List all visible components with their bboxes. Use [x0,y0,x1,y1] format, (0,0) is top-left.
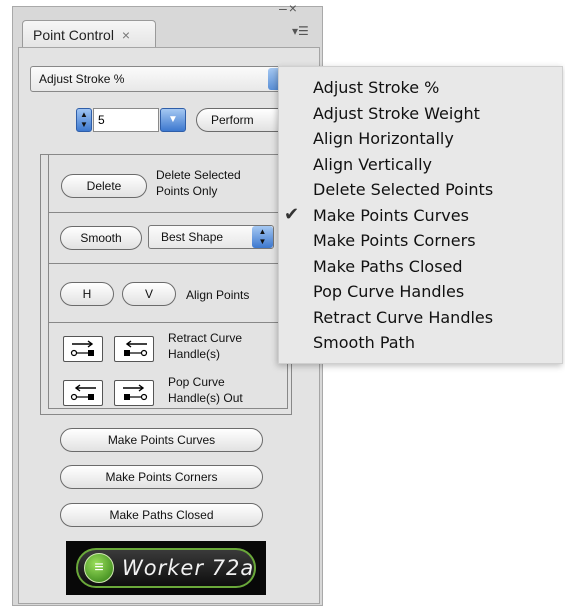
delete-button[interactable]: Delete [61,174,147,198]
menu-item[interactable]: Align Horizontally [313,129,454,148]
action-dropdown[interactable]: Adjust Stroke % [30,66,296,92]
handle-retract-out-icon [124,340,148,357]
chevron-down-icon[interactable]: ▼ [160,108,186,132]
menu-icon: ≡ [84,553,114,583]
handle-pop-out-icon [123,384,148,401]
smooth-button[interactable]: Smooth [60,226,142,250]
handle-pop-icon [70,384,96,401]
chevron-updown-icon[interactable]: ▲▼ [252,226,273,248]
menu-item[interactable]: Pop Curve Handles [313,282,464,301]
align-v-button[interactable]: V [122,282,176,306]
handle-retract-icon [70,340,94,357]
delete-label-line2: Points Only [156,184,218,198]
retract-label-line1: Retract Curve [168,331,243,345]
menu-item[interactable]: Delete Selected Points [313,180,493,199]
menu-item-checked[interactable]: Make Points Curves [313,206,469,225]
window-controls[interactable]: –× [279,1,299,15]
pop-handle-in-button[interactable] [63,380,103,406]
tab-label: Point Control [33,27,114,43]
tab-close-icon[interactable]: × [122,27,130,43]
panel-menu-icon[interactable]: ▾☰ [292,24,309,38]
make-points-corners-button[interactable]: Make Points Corners [60,465,263,489]
make-points-curves-button[interactable]: Make Points Curves [60,428,263,452]
action-menu: Adjust Stroke % Adjust Stroke Weight Ali… [278,66,563,364]
value-stepper[interactable]: ▲ ▼ [76,108,92,132]
align-label: Align Points [186,288,250,302]
menu-item[interactable]: Smooth Path [313,333,415,352]
pop-handle-out-button[interactable] [114,380,154,406]
value-input[interactable] [93,108,159,132]
logo-text: Worker 72a [122,556,255,580]
menu-item[interactable]: Adjust Stroke Weight [313,104,480,123]
retract-handle-in-button[interactable] [63,336,103,362]
pop-label-line1: Pop Curve [168,375,225,389]
make-paths-closed-button[interactable]: Make Paths Closed [60,503,263,527]
pop-label-line2: Handle(s) Out [168,391,243,405]
align-h-button[interactable]: H [60,282,114,306]
menu-item[interactable]: Align Vertically [313,155,432,174]
retract-handle-out-button[interactable] [114,336,154,362]
menu-item[interactable]: Make Paths Closed [313,257,463,276]
delete-label-line1: Delete Selected [156,168,241,182]
menu-item[interactable]: Retract Curve Handles [313,308,493,327]
checkmark-icon: ✔ [284,204,300,224]
tab-point-control[interactable]: Point Control × [22,20,156,48]
menu-item[interactable]: Adjust Stroke % [313,78,439,97]
menu-item[interactable]: Make Points Corners [313,231,476,250]
retract-label-line2: Handle(s) [168,347,221,361]
